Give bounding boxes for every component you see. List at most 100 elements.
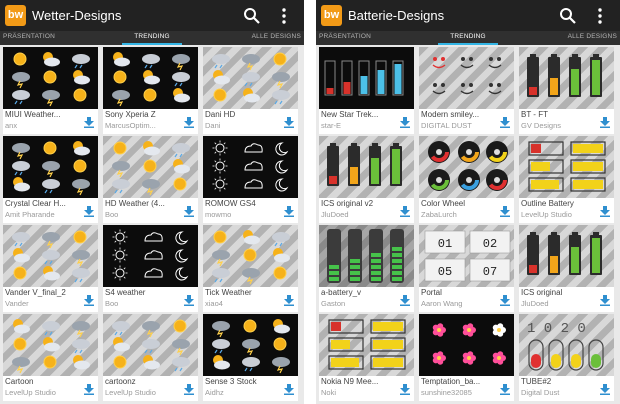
theme-preview [203, 136, 298, 198]
search-button[interactable] [243, 7, 261, 25]
theme-preview [319, 225, 414, 287]
download-button[interactable] [283, 293, 295, 306]
overflow-menu-button[interactable] [595, 7, 605, 25]
theme-card[interactable]: MIUI Weather... anx [3, 47, 98, 134]
theme-grid: MIUI Weather... anx Sony Xperia Z MarcusOpt… [0, 45, 304, 404]
svg-text:1 0 2 0: 1 0 2 0 [527, 321, 586, 337]
theme-card[interactable]: Nokia N9 Mee... Noki [319, 314, 414, 401]
theme-card[interactable]: Crystal Clear H... Amit Pharande [3, 136, 98, 223]
download-button[interactable] [599, 293, 611, 306]
weather-sun-cloud-icons [12, 319, 90, 374]
theme-preview [519, 47, 614, 109]
theme-author: Digital Dust [521, 388, 560, 397]
weather-sun-cloud-icons [212, 230, 290, 285]
theme-author: LevelUp Studio [105, 388, 156, 397]
theme-card[interactable]: Cartoon LevelUp Studio [3, 314, 98, 401]
download-icon [84, 384, 94, 395]
theme-card[interactable]: New Star Trek... star-E [319, 47, 414, 134]
theme-author: Aidhz [205, 388, 224, 397]
theme-name: ICS original v2 [321, 199, 374, 208]
theme-card[interactable]: ICS original JluDoed [519, 225, 614, 312]
download-icon [500, 117, 510, 128]
theme-name: Dani HD [205, 110, 236, 119]
theme-card[interactable]: ICS original v2 JluDoed [319, 136, 414, 223]
theme-author: xiao4 [205, 299, 223, 308]
weather-line-icons [112, 229, 189, 281]
theme-card[interactable]: cartoonz LevelUp Studio [103, 314, 198, 401]
theme-preview [203, 225, 298, 287]
download-button[interactable] [183, 293, 195, 306]
theme-author: Noki [321, 388, 337, 397]
theme-card[interactable]: Outline Battery LevelUp Studio [519, 136, 614, 223]
theme-grid: New Star Trek... star-E Modern smiley... DI… [316, 45, 620, 404]
download-button[interactable] [399, 382, 411, 395]
download-button[interactable] [83, 382, 95, 395]
download-button[interactable] [183, 204, 195, 217]
theme-author: Amit Pharande [5, 210, 55, 219]
smiley-face-icons [432, 57, 502, 95]
download-icon [400, 295, 410, 306]
svg-text:07: 07 [483, 265, 497, 279]
theme-card[interactable]: BT - FT GV Designs [519, 47, 614, 134]
theme-author: Dani [205, 121, 221, 130]
download-button[interactable] [599, 115, 611, 128]
overflow-menu-button[interactable] [279, 7, 289, 25]
download-button[interactable] [83, 115, 95, 128]
theme-card[interactable]: Sense 3 Stock Aidhz [203, 314, 298, 401]
download-button[interactable] [283, 382, 295, 395]
battery-cell-icons [527, 54, 602, 97]
download-button[interactable] [83, 204, 95, 217]
download-button[interactable] [599, 382, 611, 395]
download-icon [84, 117, 94, 128]
weather-sun-cloud-icons [12, 52, 90, 107]
theme-card[interactable]: 01 02 05 07 Portal Aaron Wang [419, 225, 514, 312]
download-button[interactable] [283, 115, 295, 128]
theme-author: JluDoed [321, 210, 349, 219]
download-button[interactable] [599, 204, 611, 217]
download-button[interactable] [499, 204, 511, 217]
tab-all-designs[interactable]: ALLE DESIGNS [252, 33, 301, 40]
theme-card[interactable]: HD Weather (4... Boo [103, 136, 198, 223]
download-button[interactable] [399, 293, 411, 306]
theme-name: Sony Xperia Z [105, 110, 156, 119]
theme-preview [103, 225, 198, 287]
theme-card[interactable]: Dani HD Dani [203, 47, 298, 134]
download-button[interactable] [499, 115, 511, 128]
theme-preview [519, 225, 614, 287]
download-button[interactable] [183, 115, 195, 128]
download-icon [184, 117, 194, 128]
download-button[interactable] [283, 204, 295, 217]
tab-all-designs[interactable]: ALLE DESIGNS [568, 33, 617, 40]
theme-name: MIUI Weather... [5, 110, 61, 119]
theme-card[interactable]: Temptation_ba... sunshine32085 [419, 314, 514, 401]
theme-author: GV Designs [521, 121, 562, 130]
download-button[interactable] [83, 293, 95, 306]
download-icon [184, 206, 194, 217]
theme-card[interactable]: S4 weather Boo [103, 225, 198, 312]
weather-sun-cloud-icons [12, 141, 90, 196]
download-button[interactable] [499, 293, 511, 306]
theme-preview [419, 314, 514, 376]
theme-card[interactable]: Color Wheel ZabaLurch [419, 136, 514, 223]
theme-card[interactable]: Modern smiley... DIGITAL DUST [419, 47, 514, 134]
theme-card[interactable]: ROMOW GS4 mowmo [203, 136, 298, 223]
download-button[interactable] [183, 382, 195, 395]
theme-preview: 1 0 2 0 [519, 314, 614, 376]
theme-author: DIGITAL DUST [421, 121, 472, 130]
theme-name: Vander V_final_2 [5, 288, 66, 297]
theme-author: star-E [321, 121, 342, 130]
theme-card[interactable]: Sony Xperia Z MarcusOptim... [103, 47, 198, 134]
theme-card[interactable]: Tick Weather xiao4 [203, 225, 298, 312]
theme-preview [203, 47, 298, 109]
download-button[interactable] [499, 382, 511, 395]
search-button[interactable] [559, 7, 577, 25]
theme-card[interactable]: a-battery_v Gaston [319, 225, 414, 312]
download-button[interactable] [399, 204, 411, 217]
download-icon [284, 384, 294, 395]
download-button[interactable] [399, 115, 411, 128]
theme-preview [103, 314, 198, 376]
theme-card[interactable]: 1 0 2 0 TUBE#2 Digital Dust [519, 314, 614, 401]
theme-card[interactable]: Vander V_final_2 Vander [3, 225, 98, 312]
download-icon [600, 384, 610, 395]
theme-name: New Star Trek... [321, 110, 379, 119]
